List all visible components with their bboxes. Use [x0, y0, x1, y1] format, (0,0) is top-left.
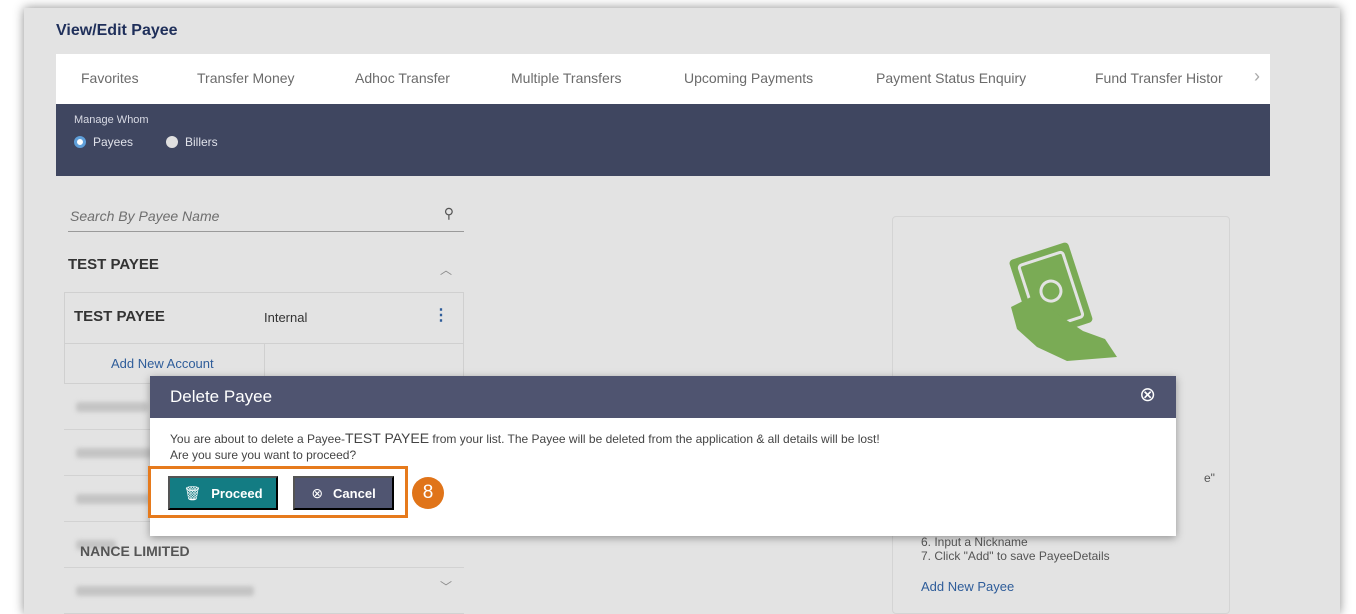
search-field[interactable]: Search By Payee Name ⚲: [68, 202, 464, 232]
list-item[interactable]: ﹀: [64, 568, 464, 614]
radio-selected-icon: [74, 136, 86, 148]
page-title: View/Edit Payee: [56, 22, 178, 39]
tab-transfer-money[interactable]: Transfer Money: [197, 70, 295, 86]
tab-fund-transfer-history[interactable]: Fund Transfer Histor: [1095, 70, 1223, 86]
dialog-question: Are you sure you want to proceed?: [170, 448, 357, 462]
tab-payment-status-enquiry[interactable]: Payment Status Enquiry: [876, 70, 1026, 86]
callout-highlight-box: [148, 466, 408, 518]
tab-upcoming-payments[interactable]: Upcoming Payments: [684, 70, 813, 86]
payee-name: TEST PAYEE: [74, 308, 165, 325]
add-new-payee-link[interactable]: Add New Payee: [921, 579, 1014, 594]
more-options-icon[interactable]: ⋮: [433, 305, 449, 325]
tab-favorites[interactable]: Favorites: [81, 70, 139, 86]
search-icon[interactable]: ⚲: [444, 205, 454, 222]
step-6: 6. Input a Nickname: [921, 535, 1028, 549]
payee-row-label: NANCE LIMITED: [80, 543, 190, 559]
message-suffix: from your list. The Payee will be delete…: [429, 432, 880, 446]
chevron-up-icon[interactable]: ︿: [440, 261, 452, 278]
tab-bar: Favorites Transfer Money Adhoc Transfer …: [56, 54, 1270, 104]
payee-group-name[interactable]: TEST PAYEE: [68, 256, 159, 273]
add-new-account-link[interactable]: Add New Account: [111, 356, 214, 371]
tab-multiple-transfers[interactable]: Multiple Transfers: [511, 70, 621, 86]
tab-adhoc-transfer[interactable]: Adhoc Transfer: [355, 70, 450, 86]
dialog-message: You are about to delete a Payee-TEST PAY…: [170, 430, 880, 446]
step-text-fragment: e": [1204, 471, 1215, 485]
manage-whom-bar: Manage Whom Payees Billers: [56, 104, 1270, 176]
search-input[interactable]: Search By Payee Name: [70, 208, 219, 224]
payee-card[interactable]: TEST PAYEE Internal ⋮: [64, 292, 464, 344]
radio-payees[interactable]: Payees: [74, 135, 133, 149]
dialog-title: Delete Payee: [170, 387, 273, 406]
chevron-down-icon[interactable]: ﹀: [440, 578, 452, 595]
message-prefix: You are about to delete a Payee-: [170, 432, 346, 446]
radio-payees-label: Payees: [93, 135, 134, 149]
steps-list: 6. Input a Nickname 7. Click "Add" to sa…: [921, 535, 1110, 563]
radio-billers[interactable]: Billers: [166, 135, 218, 149]
dialog-header: Delete Payee ⊗: [150, 376, 1176, 418]
cash-in-hand-icon: [1009, 242, 1117, 361]
step-7: 7. Click "Add" to save PayeeDetails: [921, 549, 1110, 563]
message-payee-name: TEST PAYEE: [345, 430, 430, 446]
radio-billers-label: Billers: [185, 135, 218, 149]
payee-type: Internal: [264, 310, 308, 325]
close-icon[interactable]: ⊗: [1139, 382, 1156, 407]
step-number-badge: 8: [412, 477, 444, 509]
manage-whom-label: Manage Whom: [74, 114, 149, 126]
radio-unselected-icon: [166, 136, 178, 148]
chevron-right-icon[interactable]: ›: [1254, 66, 1260, 87]
